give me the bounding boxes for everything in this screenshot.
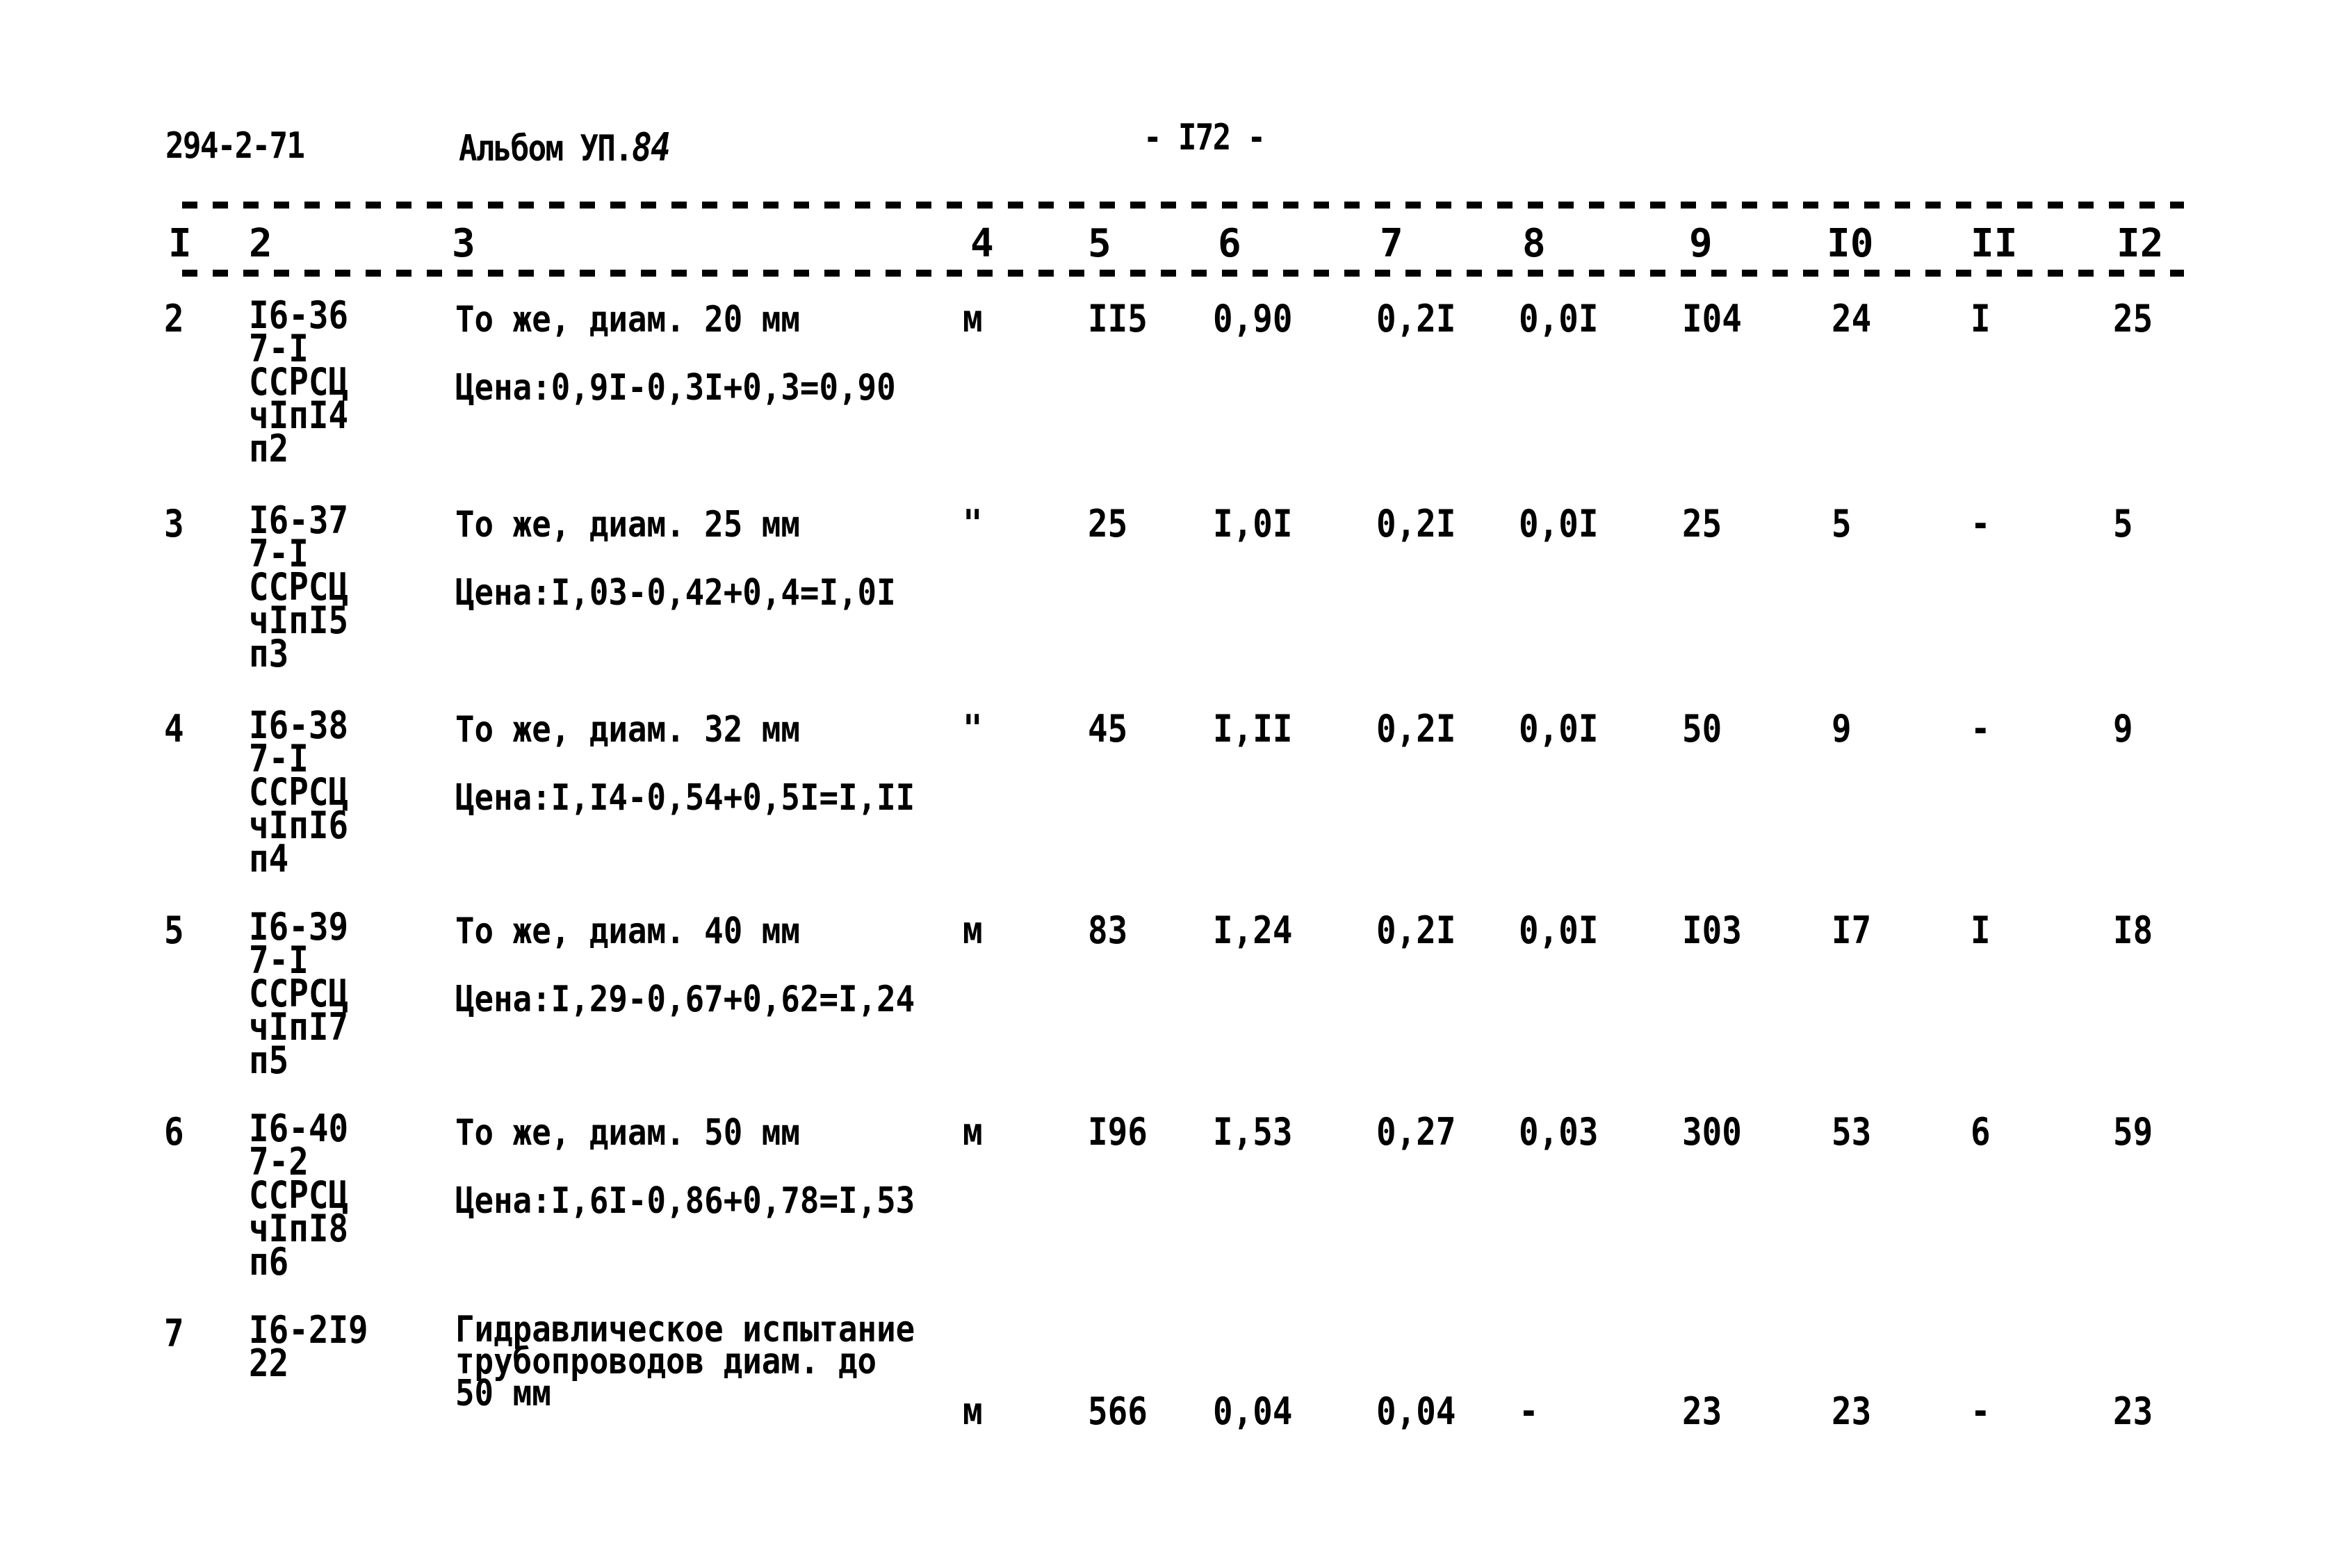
column-header: I xyxy=(168,221,192,266)
unit-of-measure: " xyxy=(963,707,983,751)
value-col-9: 23 xyxy=(1682,1389,1722,1433)
row-number: 6 xyxy=(164,1110,184,1154)
unit-of-measure: м xyxy=(963,1389,983,1433)
value-col-7: 0,2I xyxy=(1376,707,1456,751)
column-header: 4 xyxy=(970,221,994,266)
value-col-10: 9 xyxy=(1832,707,1852,751)
album-label: Альбом УП.84 xyxy=(459,125,671,170)
value-col-11: - xyxy=(1971,1389,1991,1433)
value-col-10: 23 xyxy=(1832,1389,1872,1433)
value-col-12: I8 xyxy=(2113,908,2153,952)
album-label-text: Альбом УП. xyxy=(459,128,633,170)
value-col-10: 53 xyxy=(1832,1110,1872,1154)
price-calculation: Цена:0,9I-0,3I+0,3=0,90 xyxy=(455,367,896,409)
value-col-9: 300 xyxy=(1682,1110,1742,1154)
price-calculation: Цена:I,03-0,42+0,4=I,0I xyxy=(455,572,896,614)
rate-code-line: п3 xyxy=(249,632,289,676)
price-calculation: Цена:I,29-0,67+0,62=I,24 xyxy=(455,979,915,1020)
value-col-5: II5 xyxy=(1088,297,1148,341)
header-top-rule xyxy=(182,202,2184,209)
value-col-8: 0,0I xyxy=(1519,908,1599,952)
value-col-11: I xyxy=(1971,908,1991,952)
value-col-11: I xyxy=(1971,297,1991,341)
work-description: То же, диам. 32 мм xyxy=(455,709,800,751)
value-col-6: I,24 xyxy=(1213,908,1293,952)
rate-code-line: п6 xyxy=(249,1240,289,1284)
column-header: 6 xyxy=(1218,221,1241,266)
value-col-8: 0,03 xyxy=(1519,1110,1599,1154)
header-bottom-rule xyxy=(182,270,2184,277)
value-col-6: 0,04 xyxy=(1213,1389,1293,1433)
row-number: 2 xyxy=(164,297,184,341)
value-col-6: I,0I xyxy=(1213,502,1293,546)
value-col-6: I,II xyxy=(1213,707,1293,751)
value-col-7: 0,2I xyxy=(1376,297,1456,341)
value-col-7: 0,2I xyxy=(1376,908,1456,952)
value-col-5: 566 xyxy=(1088,1389,1148,1433)
value-col-9: 50 xyxy=(1682,707,1722,751)
value-col-7: 0,2I xyxy=(1376,502,1456,546)
work-description: То же, диам. 40 мм xyxy=(455,910,800,952)
column-header: 9 xyxy=(1689,221,1713,266)
row-number: 4 xyxy=(164,707,184,751)
unit-of-measure: м xyxy=(963,1110,983,1154)
row-number: 5 xyxy=(164,908,184,952)
work-description: То же, диам. 20 мм xyxy=(455,299,800,341)
rate-code-line: п5 xyxy=(249,1038,289,1082)
column-header: I2 xyxy=(2117,221,2164,266)
value-col-5: 83 xyxy=(1088,908,1128,952)
column-header: II xyxy=(1971,221,2018,266)
value-col-5: I96 xyxy=(1088,1110,1148,1154)
row-number: 3 xyxy=(164,502,184,546)
column-header: 7 xyxy=(1380,221,1403,266)
value-col-10: 24 xyxy=(1832,297,1872,341)
price-calculation: Цена:I,6I-0,86+0,78=I,53 xyxy=(455,1180,915,1222)
value-col-11: 6 xyxy=(1971,1110,1991,1154)
column-header: 8 xyxy=(1522,221,1546,266)
value-col-10: 5 xyxy=(1832,502,1852,546)
album-number: 84 xyxy=(632,125,671,170)
value-col-11: - xyxy=(1971,707,1991,751)
rate-code-line: 22 xyxy=(249,1341,289,1385)
value-col-12: 23 xyxy=(2113,1389,2153,1433)
value-col-8: 0,0I xyxy=(1519,297,1599,341)
column-header: 2 xyxy=(249,221,272,266)
value-col-5: 25 xyxy=(1088,502,1128,546)
value-col-11: - xyxy=(1971,502,1991,546)
column-header: I0 xyxy=(1827,221,1874,266)
value-col-5: 45 xyxy=(1088,707,1128,751)
page-number: - I72 - xyxy=(1143,117,1266,158)
column-header: 3 xyxy=(452,221,475,266)
value-col-9: I03 xyxy=(1682,908,1742,952)
value-col-12: 25 xyxy=(2113,297,2153,341)
work-description: То же, диам. 50 мм xyxy=(455,1112,800,1154)
unit-of-measure: м xyxy=(963,908,983,952)
rate-code-line: п2 xyxy=(249,427,289,471)
value-col-6: I,53 xyxy=(1213,1110,1293,1154)
row-number: 7 xyxy=(164,1312,184,1355)
value-col-12: 59 xyxy=(2113,1110,2153,1154)
value-col-12: 5 xyxy=(2113,502,2133,546)
unit-of-measure: " xyxy=(963,502,983,546)
document-code: 294-2-71 xyxy=(165,125,305,167)
value-col-7: 0,04 xyxy=(1376,1389,1456,1433)
price-calculation: Цена:I,I4-0,54+0,5I=I,II xyxy=(455,777,915,819)
value-col-8: 0,0I xyxy=(1519,502,1599,546)
column-header: 5 xyxy=(1088,221,1111,266)
value-col-7: 0,27 xyxy=(1376,1110,1456,1154)
value-col-8: - xyxy=(1519,1389,1539,1433)
unit-of-measure: м xyxy=(963,297,983,341)
value-col-6: 0,90 xyxy=(1213,297,1293,341)
work-description: То же, диам. 25 мм xyxy=(455,504,800,546)
value-col-9: 25 xyxy=(1682,502,1722,546)
value-col-8: 0,0I xyxy=(1519,707,1599,751)
value-col-12: 9 xyxy=(2113,707,2133,751)
work-description-line: 50 мм xyxy=(455,1373,551,1414)
rate-code-line: п4 xyxy=(249,837,289,881)
value-col-10: I7 xyxy=(1832,908,1872,952)
value-col-9: I04 xyxy=(1682,297,1742,341)
